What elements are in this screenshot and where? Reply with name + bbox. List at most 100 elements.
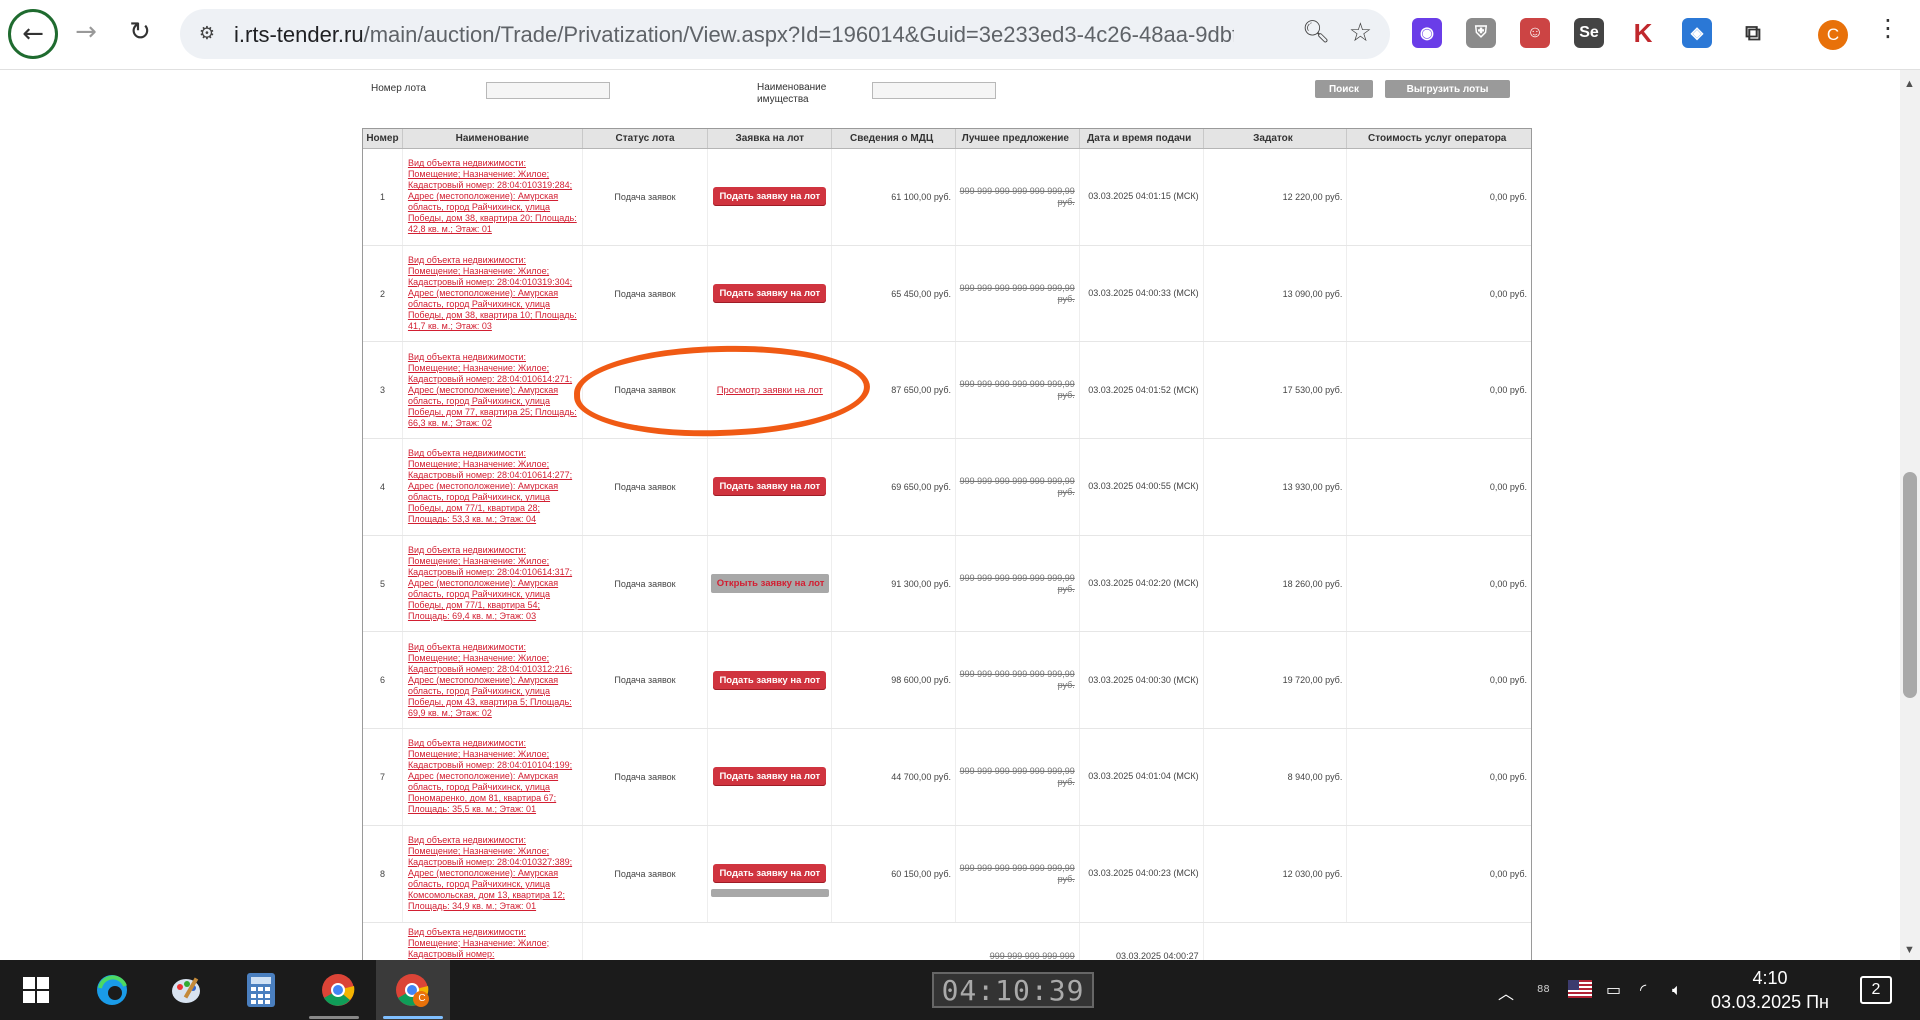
bookmark-star-icon[interactable]: ☆ [1349, 18, 1372, 48]
selenium-icon[interactable]: Se [1574, 18, 1604, 48]
digital-clock-widget: 04:10:39 [932, 972, 1094, 1008]
lot-status: Подача заявок [583, 535, 709, 632]
calculator-icon[interactable] [243, 972, 279, 1008]
browser-menu-icon[interactable]: ⋮ [1876, 14, 1900, 42]
search-button[interactable]: Поиск [1315, 80, 1373, 98]
lot-name-cell: Вид объекта недвижимости: Помещение; Наз… [403, 535, 583, 632]
notifications-icon[interactable]: 2 [1860, 976, 1892, 1004]
open-application-button[interactable]: Открыть заявку на лот [710, 574, 829, 594]
submit-application-button[interactable]: Подать заявку на лот [713, 767, 827, 787]
mdc-value: 65 450,00 руб. [832, 245, 956, 342]
best-offer-cell: 999 999 999 999 999 999,99 руб. [956, 825, 1080, 922]
application-cell: Подать заявку на лот [708, 729, 833, 825]
site-info-icon[interactable]: ⚙ [194, 21, 220, 47]
header-date: Дата и время подачи [1080, 129, 1204, 148]
page-scrollbar[interactable]: ▲ ▼ [1900, 70, 1920, 960]
zoom-icon[interactable]: 🔍︎ [1302, 20, 1330, 45]
color-picker-icon[interactable]: ◉ [1412, 18, 1442, 48]
header-name: Наименование [403, 129, 583, 148]
table-body: 1 Вид объекта недвижимости: Помещение; Н… [363, 149, 1531, 960]
language-flag-icon[interactable] [1568, 980, 1592, 1002]
lot-name-link[interactable]: Вид объекта недвижимости: Помещение; Наз… [408, 255, 580, 332]
submission-date-cell: 03.03.2025 04:00:33 (МСК) [1080, 245, 1204, 342]
reload-icon: ↻ [129, 17, 151, 47]
lot-name-link[interactable]: Вид объекта недвижимости: Помещение; Наз… [408, 352, 580, 429]
submit-application-button[interactable]: Подать заявку на лот [713, 670, 827, 690]
mdc-value: 44 700,00 руб. [832, 729, 956, 825]
forward-button[interactable]: → [64, 10, 108, 54]
arrow-left-icon: ← [22, 19, 44, 49]
system-clock[interactable]: 4:10 03.03.2025 Пн [1700, 966, 1840, 1014]
deposit-value: 8 940,00 руб. [1204, 729, 1348, 825]
scroll-down-icon[interactable]: ▼ [1904, 944, 1915, 956]
lot-name-link[interactable]: Вид объекта недвижимости: Помещение; Наз… [408, 448, 580, 525]
windows-start-icon[interactable] [18, 972, 54, 1008]
edge-browser-icon[interactable] [94, 972, 130, 1008]
property-name-input[interactable] [872, 82, 996, 99]
application-cell: Подать заявку на лот [708, 149, 833, 245]
tray-overflow-icon[interactable]: ︿ [1498, 980, 1514, 1004]
lot-number: 7 [363, 729, 403, 825]
profile-avatar[interactable]: C [1818, 20, 1848, 50]
lot-name-link[interactable]: Вид объекта недвижимости: Помещение; Наз… [408, 545, 580, 622]
best-offer-cell: 999 999 999 999 999 999,99 руб. [956, 535, 1080, 632]
lot-status: Подача заявок [583, 439, 709, 535]
volume-icon[interactable]: 🔈︎ [1672, 980, 1682, 1000]
submission-date: 03.03.2025 04:01:15 (МСК) [1088, 191, 1199, 202]
header-deposit: Задаток [1204, 129, 1348, 148]
open-application-button[interactable] [710, 888, 829, 897]
wifi-icon[interactable]: ◜ [1640, 980, 1646, 999]
best-offer-cell: 999 999 999 999 999 999,99 руб. [956, 729, 1080, 825]
property-name-label: Наименование имущества [757, 82, 827, 105]
lot-name-cell: Вид объекта недвижимости: Помещение; Наз… [403, 825, 583, 922]
operator-fee-value: 0,00 руб. [1489, 385, 1528, 396]
puzzle-extensions-icon[interactable]: ⧉ [1738, 18, 1768, 48]
export-lots-button[interactable]: Выгрузить лоты [1385, 80, 1510, 98]
submit-application-button[interactable]: Подать заявку на лот [713, 477, 827, 497]
application-cell: Подать заявку на лот [708, 245, 833, 342]
scroll-up-icon[interactable]: ▲ [1904, 78, 1915, 90]
application-cell: Открыть заявку на лот [708, 535, 833, 632]
back-button[interactable]: ← [8, 9, 58, 59]
best-offer-value: 999 999 999 999 999 [989, 950, 1075, 961]
submit-application-button[interactable]: Подать заявку на лот [713, 864, 827, 884]
reload-button[interactable]: ↻ [118, 10, 162, 54]
table-row: 6 Вид объекта недвижимости: Помещение; Н… [363, 632, 1531, 730]
scroll-thumb[interactable] [1903, 472, 1917, 698]
submission-date-cell: 03.03.2025 04:00:30 (МСК) [1080, 632, 1204, 729]
lots-table: Номер Наименование Статус лота Заявка на… [362, 128, 1532, 960]
chrome-profile-badge: C [418, 993, 426, 1004]
box-extension-icon[interactable]: ◈ [1682, 18, 1712, 48]
table-row: 7 Вид объекта недвижимости: Помещение; Н… [363, 729, 1531, 826]
lot-name-cell: Вид объекта недвижимости: Помещение; Наз… [403, 149, 583, 245]
lot-name-link[interactable]: Вид объекта недвижимости: Помещение; Наз… [408, 927, 580, 960]
lot-name-cell: Вид объекта недвижимости: Помещение; Наз… [403, 729, 583, 825]
lot-name-link[interactable]: Вид объекта недвижимости: Помещение; Наз… [408, 642, 580, 719]
address-bar[interactable]: ⚙ i.rts-tender.ru/main/auction/Trade/Pri… [180, 9, 1390, 59]
operator-fee-value: 0,00 руб. [1489, 578, 1528, 589]
shield-extension-icon[interactable]: ⛨ [1466, 18, 1496, 48]
header-number: Номер [363, 129, 403, 148]
chrome-taskbar-icon[interactable] [320, 972, 356, 1008]
table-row: 8 Вид объекта недвижимости: Помещение; Н… [363, 825, 1531, 923]
lot-number-input[interactable] [486, 82, 610, 99]
lot-name-link[interactable]: Вид объекта недвижимости: Помещение; Наз… [408, 738, 580, 815]
operator-fee-value: 0,00 руб. [1489, 868, 1528, 879]
submit-application-button[interactable]: Подать заявку на лот [713, 284, 827, 304]
mdc-value: 91 300,00 руб. [832, 535, 956, 632]
lot-number: 4 [363, 439, 403, 535]
character-extension-icon[interactable]: ☺ [1520, 18, 1550, 48]
k-extension-icon[interactable]: K [1628, 18, 1658, 48]
submit-application-button[interactable]: Подать заявку на лот [713, 187, 827, 207]
mdc-value: 69 650,00 руб. [832, 439, 956, 535]
mdc-value: 61 100,00 руб. [832, 149, 956, 245]
header-application: Заявка на лот [708, 129, 833, 148]
lot-name-link[interactable]: Вид объекта недвижимости: Помещение; Наз… [408, 158, 580, 235]
paint-app-icon[interactable] [168, 972, 204, 1008]
submission-date: 03.03.2025 04:00:23 (МСК) [1088, 868, 1199, 879]
lot-name-link[interactable]: Вид объекта недвижимости: Помещение; Наз… [408, 835, 580, 912]
battery-icon[interactable]: ▭ [1606, 980, 1621, 999]
submission-date: 03.03.2025 04:00:30 (МСК) [1088, 674, 1199, 685]
header-best-offer: Лучшее предложение [956, 129, 1080, 148]
url-text[interactable]: i.rts-tender.ru/main/auction/Trade/Priva… [234, 22, 1234, 48]
